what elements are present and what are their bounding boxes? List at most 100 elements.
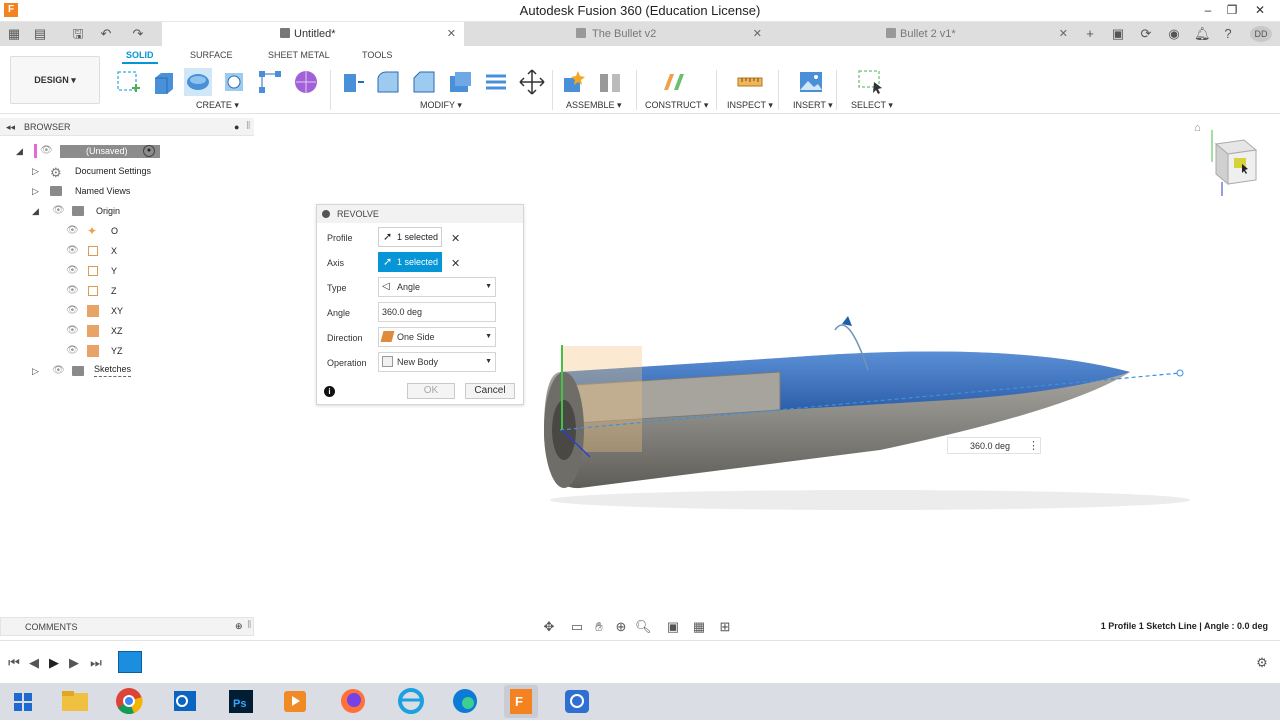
combine-icon[interactable] xyxy=(482,68,510,96)
tab-untitled[interactable]: Untitled* ✕ xyxy=(162,22,464,46)
minimize-button[interactable]: – xyxy=(1196,0,1220,20)
browser-item-document-settings[interactable]: ▷ ⚙ Document Settings xyxy=(0,162,260,180)
browser-root-node[interactable]: ◢ 👁︎ (Unsaved) ● xyxy=(0,142,260,160)
angle-input[interactable]: 360.0 deg xyxy=(378,302,496,322)
assemble-menu[interactable]: ASSEMBLE ▾ xyxy=(566,100,622,111)
close-tab-icon[interactable]: ✕ xyxy=(1059,22,1068,46)
tab-surface[interactable]: SURFACE xyxy=(190,50,233,60)
browser-item-sketches[interactable]: ▷ 👁︎ Sketches xyxy=(0,362,260,380)
hole-icon[interactable] xyxy=(220,68,248,96)
close-tab-icon[interactable]: ✕ xyxy=(753,22,762,46)
browser-item-origin[interactable]: ◢ 👁︎ Origin xyxy=(0,202,260,220)
pan-hand-icon[interactable]: ✋︎ xyxy=(591,619,607,635)
play-icon[interactable]: ▶ xyxy=(46,655,62,671)
go-to-start-icon[interactable]: ⏮ xyxy=(6,655,22,671)
timeline-settings-gear-icon[interactable]: ⚙ xyxy=(1254,655,1270,671)
viewports-icon[interactable]: ⊞ xyxy=(717,619,733,635)
workspace-switcher-button[interactable]: DESIGN ▾ xyxy=(10,56,100,104)
select-icon[interactable] xyxy=(856,68,884,96)
create-menu[interactable]: CREATE ▾ xyxy=(196,100,239,111)
axis-select-button[interactable]: ➚ 1 selected xyxy=(378,252,442,272)
angle-value-box[interactable]: 360.0 deg ⋮ xyxy=(947,437,1041,454)
cancel-button[interactable]: Cancel xyxy=(465,383,515,399)
edge-icon[interactable] xyxy=(448,685,482,718)
browser-item-yz-plane[interactable]: 👁︎ YZ xyxy=(0,342,260,360)
view-cube[interactable]: ⌂ xyxy=(1190,122,1266,198)
chamfer-icon[interactable] xyxy=(410,68,438,96)
visibility-eye-icon[interactable]: 👁︎ xyxy=(66,346,79,356)
notifications-icon[interactable]: 🔔︎ xyxy=(1194,26,1211,42)
visibility-eye-icon[interactable]: 👁︎ xyxy=(66,326,79,336)
outlook-icon[interactable] xyxy=(168,685,202,718)
windows-start-icon[interactable] xyxy=(6,685,40,718)
extrude-icon[interactable] xyxy=(150,68,178,96)
clear-profile-icon[interactable]: ✕ xyxy=(451,232,460,245)
more-options-icon[interactable]: ⋮ xyxy=(1028,439,1039,452)
browser-item-named-views[interactable]: ▷ Named Views xyxy=(0,182,260,200)
form-icon[interactable] xyxy=(292,68,320,96)
browser-item-z-axis[interactable]: 👁︎ Z xyxy=(0,282,260,300)
timeline-sketch-feature[interactable] xyxy=(118,651,142,673)
collapse-dialog-icon[interactable] xyxy=(322,210,330,218)
tab-sheet-metal[interactable]: SHEET METAL xyxy=(268,50,330,60)
comments-add-icon[interactable]: ⊕ xyxy=(235,621,243,632)
visibility-eye-icon[interactable]: 👁︎ xyxy=(66,306,79,316)
type-dropdown[interactable]: ◁ Angle ▼ xyxy=(378,277,496,297)
collapse-triangle-icon[interactable]: ◢ xyxy=(16,146,26,156)
revolve-icon[interactable] xyxy=(184,68,212,96)
pattern-icon[interactable] xyxy=(256,68,284,96)
user-avatar[interactable]: DD xyxy=(1250,26,1272,42)
media-player-icon[interactable] xyxy=(278,685,312,718)
measure-icon[interactable] xyxy=(736,68,764,96)
tab-tools[interactable]: TOOLS xyxy=(362,50,392,60)
redo-icon[interactable]: ↷ xyxy=(130,26,146,42)
clear-axis-icon[interactable]: ✕ xyxy=(451,257,460,270)
collapse-panel-icon[interactable]: ◂◂ xyxy=(6,122,15,133)
extensions-icon[interactable]: ⟳ xyxy=(1138,26,1154,42)
close-tab-icon[interactable]: ✕ xyxy=(447,22,456,46)
file-menu-icon[interactable]: ▤ xyxy=(32,26,48,42)
fillet-icon[interactable] xyxy=(374,68,402,96)
zoom-icon[interactable]: ⊕ xyxy=(613,619,629,635)
expand-triangle-icon[interactable]: ▷ xyxy=(32,366,42,376)
offset-plane-icon[interactable] xyxy=(660,68,688,96)
select-menu[interactable]: SELECT ▾ xyxy=(851,100,893,111)
step-forward-icon[interactable]: ▶ xyxy=(66,655,82,671)
inspect-menu[interactable]: INSPECT ▾ xyxy=(727,100,773,111)
insert-menu[interactable]: INSERT ▾ xyxy=(793,100,833,111)
go-to-end-icon[interactable]: ⏭ xyxy=(88,655,104,671)
create-sketch-icon[interactable] xyxy=(114,68,142,96)
info-icon[interactable]: i xyxy=(324,386,335,397)
orbit-icon[interactable]: ✥ xyxy=(541,619,557,635)
direction-dropdown[interactable]: One Side ▼ xyxy=(378,327,496,347)
construct-menu[interactable]: CONSTRUCT ▾ xyxy=(645,100,708,111)
new-component-icon[interactable] xyxy=(560,68,588,96)
online-status-icon[interactable]: ◉ xyxy=(1166,26,1182,42)
display-settings-icon[interactable]: ▣ xyxy=(665,619,681,635)
tab-solid[interactable]: SOLID xyxy=(122,50,157,64)
joint-icon[interactable] xyxy=(596,68,624,96)
insert-image-icon[interactable] xyxy=(797,68,825,96)
browser-item-x-axis[interactable]: 👁︎ X xyxy=(0,242,260,260)
visibility-eye-icon[interactable]: 👁︎ xyxy=(52,206,65,216)
expand-triangle-icon[interactable]: ▷ xyxy=(32,186,42,196)
step-back-icon[interactable]: ◀ xyxy=(26,655,42,671)
visibility-eye-icon[interactable]: 👁︎ xyxy=(52,366,65,376)
help-icon[interactable]: ? xyxy=(1220,26,1236,42)
browser-item-y-axis[interactable]: 👁︎ Y xyxy=(0,262,260,280)
visibility-eye-icon[interactable]: 👁︎ xyxy=(66,246,79,256)
browser-item-xy-plane[interactable]: 👁︎ XY xyxy=(0,302,260,320)
firefox-icon[interactable] xyxy=(336,685,370,718)
revolve-dialog-header[interactable]: REVOLVE xyxy=(317,205,523,223)
activate-radio-icon[interactable]: ● xyxy=(143,145,155,157)
shell-icon[interactable] xyxy=(446,68,474,96)
panel-pin-icon[interactable]: ‖ xyxy=(246,120,251,132)
modify-menu[interactable]: MODIFY ▾ xyxy=(420,100,462,111)
visibility-eye-icon[interactable]: 👁︎ xyxy=(66,286,79,296)
close-button[interactable]: ✕ xyxy=(1248,0,1272,20)
screen-recorder-icon[interactable] xyxy=(560,685,594,718)
visibility-eye-icon[interactable]: 👁︎ xyxy=(66,266,79,276)
profile-select-button[interactable]: ➚ 1 selected xyxy=(378,227,442,247)
new-tab-icon[interactable]: + xyxy=(1082,26,1098,42)
save-icon[interactable]: 🖫 xyxy=(70,26,86,42)
